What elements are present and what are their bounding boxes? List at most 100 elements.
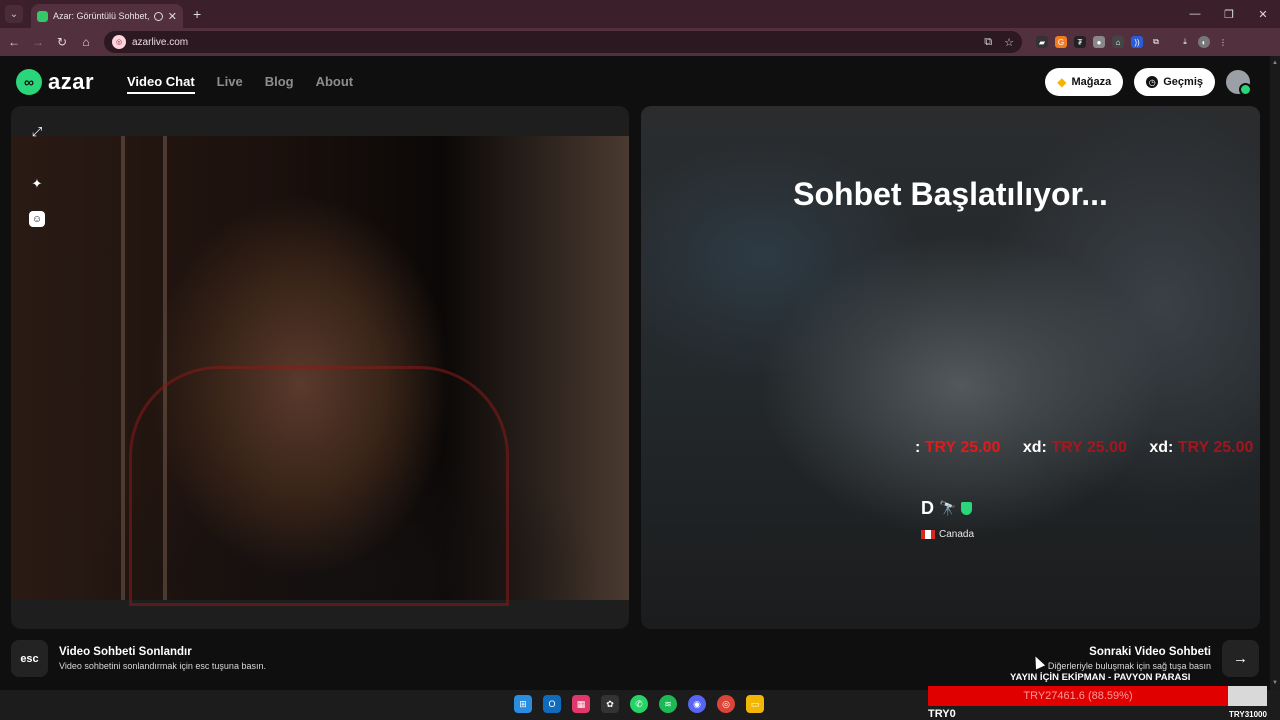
site-header: ∞ azar Video Chat Live Blog About ◆ Mağa… — [0, 56, 1270, 108]
sparkle-effects-icon[interactable]: ✦ — [29, 176, 45, 192]
history-button[interactable]: ◷ Geçmiş — [1134, 68, 1215, 96]
donation-goal-text: TRY27461.6 (88.59%) — [1023, 690, 1133, 702]
donor-name: xd: — [1149, 439, 1174, 456]
extension-icon[interactable]: )) — [1131, 36, 1143, 48]
next-chat-info: Sonraki Video Sohbeti Diğerleriyle buluş… — [1048, 646, 1211, 671]
verified-shield-icon — [961, 502, 973, 515]
site-info-icon[interactable]: ◎ — [112, 35, 126, 49]
restore-icon[interactable]: ❐ — [1212, 0, 1246, 28]
partner-video-panel: Sohbet Başlatılıyor... : TRY 25.00 xd: T… — [641, 106, 1260, 629]
donation-amount: TRY 25.00 — [924, 439, 1001, 456]
windows-start-icon[interactable]: ⊞ — [514, 695, 532, 713]
close-tab-icon[interactable]: ✕ — [168, 10, 177, 23]
spotify-icon[interactable]: ≋ — [659, 695, 677, 713]
store-label: Mağaza — [1071, 76, 1112, 88]
extension-icon[interactable]: ▰ — [1036, 36, 1048, 48]
extension-icon[interactable]: G — [1055, 36, 1067, 48]
gaming-chair — [129, 366, 509, 606]
donor-name: xd: — [1022, 439, 1047, 456]
chatgpt-icon[interactable]: ✿ — [601, 695, 619, 713]
extensions-puzzle-icon[interactable]: ⧉ — [1150, 36, 1162, 48]
header-actions: ◆ Mağaza ◷ Geçmiş — [1045, 68, 1252, 96]
user-avatar[interactable] — [1226, 70, 1252, 96]
nav-blog[interactable]: Blog — [265, 74, 294, 94]
address-bar[interactable]: ◎ azarlive.com ⧉ ☆ — [104, 31, 1022, 53]
nav-live[interactable]: Live — [217, 74, 243, 94]
reload-icon[interactable]: ↻ — [50, 35, 74, 49]
extension-icon[interactable]: ⌂ — [1112, 36, 1124, 48]
telescope-icon: 🔭 — [939, 500, 957, 516]
arrow-right-icon: → — [1233, 650, 1248, 667]
mouse-cursor-icon — [1030, 654, 1046, 670]
install-app-icon[interactable]: ⧉ — [984, 36, 992, 49]
next-chat-button[interactable]: → — [1222, 640, 1259, 677]
home-icon[interactable]: ⌂ — [74, 35, 98, 49]
brand-name: azar — [48, 69, 95, 94]
whatsapp-icon[interactable]: ✆ — [630, 695, 648, 713]
download-icon[interactable]: ⤓ — [1179, 36, 1191, 48]
forward-icon[interactable]: → — [26, 35, 50, 49]
store-button[interactable]: ◆ Mağaza — [1045, 68, 1124, 96]
extension-icon[interactable]: ₮ — [1074, 36, 1086, 48]
donation-goal-title: YAYIN İÇİN EKİPMAN - PAVYON PARASI — [1010, 672, 1191, 683]
peer-name: D — [921, 498, 934, 518]
donation-amount: TRY 25.00 — [1177, 439, 1254, 456]
close-icon[interactable]: ✕ — [1246, 0, 1280, 28]
nav-about[interactable]: About — [316, 74, 354, 94]
main-nav: Video Chat Live Blog About — [127, 74, 353, 94]
history-label: Geçmiş — [1163, 76, 1203, 88]
taskbar-apps: ⊞ O ▦ ✿ ✆ ≋ ◉ ◎ ▭ — [514, 695, 764, 713]
end-chat-info: Video Sohbeti Sonlandır Video sohbetini … — [59, 646, 266, 671]
azar-page: ∞ azar Video Chat Live Blog About ◆ Mağa… — [0, 56, 1270, 690]
nav-video-chat[interactable]: Video Chat — [127, 74, 195, 94]
background-detail — [121, 136, 125, 600]
browser-tab-strip: ⌄ Azar: Görüntülü Sohbet, Ar ✕ + — ❐ ✕ — [0, 0, 1280, 28]
browser-menu-icon[interactable]: ⋮ — [1217, 36, 1229, 48]
discord-icon[interactable]: ◉ — [688, 695, 706, 713]
end-chat-button[interactable]: esc — [11, 640, 48, 677]
expand-icon[interactable]: ⤢ — [29, 124, 45, 140]
peer-country: Canada — [921, 529, 974, 540]
peer-country-name: Canada — [939, 529, 975, 540]
bookmark-star-icon[interactable]: ☆ — [1004, 36, 1014, 49]
donor-name: : — [915, 439, 921, 456]
donation-goal-min: TRY0 — [928, 708, 956, 720]
minimize-icon[interactable]: — — [1178, 0, 1212, 28]
clock-icon: ◷ — [1146, 76, 1159, 88]
azar-logo-icon: ∞ — [16, 69, 42, 95]
peer-name-row: D 🔭 — [921, 498, 974, 519]
tab-search-button[interactable]: ⌄ — [5, 5, 23, 23]
tab-title: Azar: Görüntülü Sohbet, Ar — [53, 11, 149, 21]
azar-logo[interactable]: ∞ azar — [16, 69, 94, 95]
browser-toolbar: ← → ↻ ⌂ ◎ azarlive.com ⧉ ☆ ▰ G ₮ ● ⌂ )) … — [0, 28, 1280, 56]
video-tools: ⤢ ✦ ☺ — [29, 124, 45, 227]
canada-flag-icon — [921, 530, 935, 539]
outlook-icon[interactable]: O — [543, 695, 561, 713]
face-filter-icon[interactable]: ☺ — [29, 211, 45, 227]
end-chat-title: Video Sohbeti Sonlandır — [59, 646, 192, 658]
connecting-status: Sohbet Başlatılıyor... — [793, 176, 1108, 212]
new-tab-button[interactable]: + — [193, 6, 201, 22]
browser-tab[interactable]: Azar: Görüntülü Sohbet, Ar ✕ — [31, 4, 183, 28]
next-chat-hint: Diğerleriyle buluşmak için sağ tuşa bası… — [1047, 661, 1211, 671]
app-icon[interactable]: ▦ — [572, 695, 590, 713]
self-video-panel: ⤢ ✦ ☺ — [11, 106, 629, 629]
page-scrollbar[interactable]: ▲ ▼ — [1270, 56, 1280, 690]
chrome-icon[interactable]: ◎ — [717, 695, 735, 713]
diamond-icon: ◆ — [1057, 75, 1067, 89]
donation-ticker: : TRY 25.00 xd: TRY 25.00 xd: TRY 25.00 — [915, 439, 1260, 457]
azar-favicon-icon — [37, 10, 48, 22]
extensions-row: ▰ G ₮ ● ⌂ )) ⧉ ⤓ ◐ ⋮ — [1036, 36, 1229, 48]
recording-indicator-icon — [153, 11, 163, 21]
url-text: azarlive.com — [132, 36, 189, 48]
scroll-up-icon[interactable]: ▲ — [1272, 60, 1278, 66]
end-chat-hint: Video sohbetini sonlandırmak için esc tu… — [59, 661, 266, 671]
extension-icon[interactable]: ● — [1093, 36, 1105, 48]
file-explorer-icon[interactable]: ▭ — [746, 695, 764, 713]
self-camera-feed — [11, 136, 629, 606]
scroll-down-icon[interactable]: ▼ — [1272, 680, 1278, 686]
back-icon[interactable]: ← — [2, 35, 26, 49]
peer-info: D 🔭 Canada — [921, 498, 974, 540]
window-controls: — ❐ ✕ — [1178, 0, 1280, 28]
profile-icon[interactable]: ◐ — [1198, 36, 1210, 48]
